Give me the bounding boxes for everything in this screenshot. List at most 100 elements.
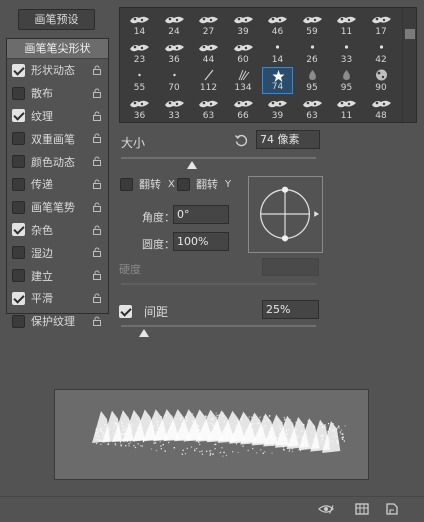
lock-icon[interactable] bbox=[92, 225, 102, 235]
lock-icon[interactable] bbox=[92, 316, 102, 326]
brush-tip-cell[interactable]: 44 bbox=[193, 39, 224, 66]
brush-tip-cell[interactable]: 46 bbox=[262, 11, 293, 38]
flip-x-checkbox[interactable] bbox=[120, 177, 133, 191]
spacing-input[interactable]: 25% bbox=[262, 300, 319, 319]
brush-tip-cell[interactable]: 14 bbox=[262, 39, 293, 66]
lock-icon[interactable] bbox=[92, 293, 102, 303]
hardness-input bbox=[262, 258, 319, 276]
option-row[interactable]: 保护纹理 bbox=[7, 310, 108, 333]
brush-tip-cell[interactable]: 14 bbox=[124, 11, 155, 38]
brush-tip-cell[interactable]: 24 bbox=[159, 11, 190, 38]
option-checkbox[interactable] bbox=[12, 63, 25, 77]
option-row[interactable]: 杂色 bbox=[7, 219, 108, 242]
new-preset-icon[interactable] bbox=[384, 502, 400, 516]
brush-tip-cell[interactable]: 39 bbox=[262, 95, 293, 122]
brush-tip-cell[interactable]: 11 bbox=[331, 95, 362, 122]
lock-icon[interactable] bbox=[92, 88, 102, 98]
option-checkbox[interactable] bbox=[12, 291, 25, 305]
size-slider[interactable] bbox=[121, 157, 316, 159]
brush-tip-glyph bbox=[164, 16, 184, 24]
spacing-control[interactable]: 间距 bbox=[119, 303, 168, 320]
lock-icon[interactable] bbox=[92, 65, 102, 75]
size-input[interactable]: 74 像素 bbox=[256, 130, 320, 149]
option-checkbox[interactable] bbox=[12, 132, 25, 146]
size-slider-thumb[interactable] bbox=[187, 161, 197, 169]
brush-tip-shape-item[interactable]: 画笔笔尖形状 bbox=[7, 39, 108, 59]
brush-tip-cell[interactable]: 11 bbox=[331, 11, 362, 38]
spacing-slider-thumb[interactable] bbox=[139, 329, 149, 337]
flip-y-control[interactable]: 翻转 Y bbox=[177, 176, 231, 192]
brush-tip-cell[interactable]: 66 bbox=[228, 95, 259, 122]
lock-icon[interactable] bbox=[92, 133, 102, 144]
brush-tip-cell[interactable]: 23 bbox=[124, 39, 155, 66]
option-checkbox[interactable] bbox=[12, 223, 25, 237]
brush-tip-glyph bbox=[164, 44, 184, 52]
option-row[interactable]: 传递 bbox=[7, 173, 108, 196]
lock-icon[interactable] bbox=[92, 111, 102, 121]
eye-toggle-icon[interactable] bbox=[318, 502, 334, 516]
option-row[interactable]: 散布 bbox=[7, 82, 108, 105]
brush-tip-cell[interactable]: 70 bbox=[159, 67, 190, 94]
brush-tip-cell[interactable]: 33 bbox=[159, 95, 190, 122]
brush-tip-cell[interactable]: 26 bbox=[297, 39, 328, 66]
lock-icon[interactable] bbox=[92, 247, 102, 258]
option-checkbox[interactable] bbox=[12, 155, 25, 169]
brush-tip-size: 11 bbox=[340, 27, 353, 37]
brush-tip-cell[interactable]: 90 bbox=[366, 67, 397, 94]
brush-tip-cell[interactable]: 112 bbox=[193, 67, 224, 94]
brush-tip-cell[interactable]: 48 bbox=[366, 95, 397, 122]
brush-tip-cell[interactable]: 63 bbox=[193, 95, 224, 122]
option-checkbox[interactable] bbox=[12, 246, 25, 260]
option-row[interactable]: 形状动态 bbox=[7, 59, 108, 82]
option-checkbox[interactable] bbox=[12, 200, 25, 214]
flip-x-control[interactable]: 翻转 X bbox=[120, 176, 175, 192]
brush-tip-cell[interactable]: 74 bbox=[262, 67, 293, 94]
option-row[interactable]: 双重画笔 bbox=[7, 127, 108, 150]
brush-tip-cell[interactable]: 33 bbox=[331, 39, 362, 66]
brush-grid-scrollbar[interactable] bbox=[402, 8, 416, 122]
brush-tip-cell[interactable]: 36 bbox=[124, 95, 155, 122]
brush-tip-cell[interactable]: 134 bbox=[228, 67, 259, 94]
reset-icon[interactable] bbox=[234, 133, 248, 147]
option-row[interactable]: 画笔笔势 bbox=[7, 196, 108, 219]
lock-icon[interactable] bbox=[92, 156, 102, 167]
spacing-checkbox[interactable] bbox=[119, 305, 132, 318]
grid-icon[interactable] bbox=[354, 502, 370, 516]
spacing-slider[interactable] bbox=[121, 325, 316, 327]
brush-tip-size: 26 bbox=[306, 55, 318, 65]
lock-icon[interactable] bbox=[92, 270, 102, 281]
option-row[interactable]: 湿边 bbox=[7, 241, 108, 264]
brush-tip-cell[interactable]: 95 bbox=[297, 67, 328, 94]
roundness-input[interactable]: 100% bbox=[173, 232, 229, 251]
option-label: 双重画笔 bbox=[31, 132, 75, 146]
brush-tip-cell[interactable]: 55 bbox=[124, 67, 155, 94]
option-checkbox[interactable] bbox=[12, 109, 25, 123]
brush-tip-cell[interactable]: 36 bbox=[159, 39, 190, 66]
option-checkbox[interactable] bbox=[12, 86, 25, 100]
brush-tip-cell[interactable]: 27 bbox=[193, 11, 224, 38]
option-row[interactable]: 纹理 bbox=[7, 105, 108, 128]
option-row[interactable]: 平滑 bbox=[7, 287, 108, 310]
angle-input[interactable]: 0° bbox=[173, 205, 229, 224]
brush-tip-glyph bbox=[164, 100, 184, 108]
flip-y-checkbox[interactable] bbox=[177, 177, 190, 191]
brush-tip-glyph bbox=[302, 100, 322, 108]
scrollbar-thumb[interactable] bbox=[405, 29, 415, 39]
option-checkbox[interactable] bbox=[12, 269, 25, 283]
option-row[interactable]: 建立 bbox=[7, 264, 108, 287]
brush-tip-cell[interactable]: 60 bbox=[228, 39, 259, 66]
brush-presets-button[interactable]: 画笔预设 bbox=[18, 9, 95, 30]
option-row[interactable]: 颜色动态 bbox=[7, 150, 108, 173]
brush-tip-cell[interactable]: 63 bbox=[297, 95, 328, 122]
brush-tip-cell[interactable]: 39 bbox=[228, 11, 259, 38]
lock-icon[interactable] bbox=[92, 202, 102, 212]
angle-roundness-widget[interactable] bbox=[248, 176, 323, 253]
brush-tip-cell[interactable]: 17 bbox=[366, 11, 397, 38]
brush-tip-cell[interactable]: 42 bbox=[366, 39, 397, 66]
lock-icon[interactable] bbox=[92, 179, 102, 189]
option-checkbox[interactable] bbox=[12, 314, 25, 328]
brush-tip-size: 63 bbox=[306, 111, 318, 121]
brush-tip-cell[interactable]: 95 bbox=[331, 67, 362, 94]
option-checkbox[interactable] bbox=[12, 177, 25, 191]
brush-tip-cell[interactable]: 59 bbox=[297, 11, 328, 38]
